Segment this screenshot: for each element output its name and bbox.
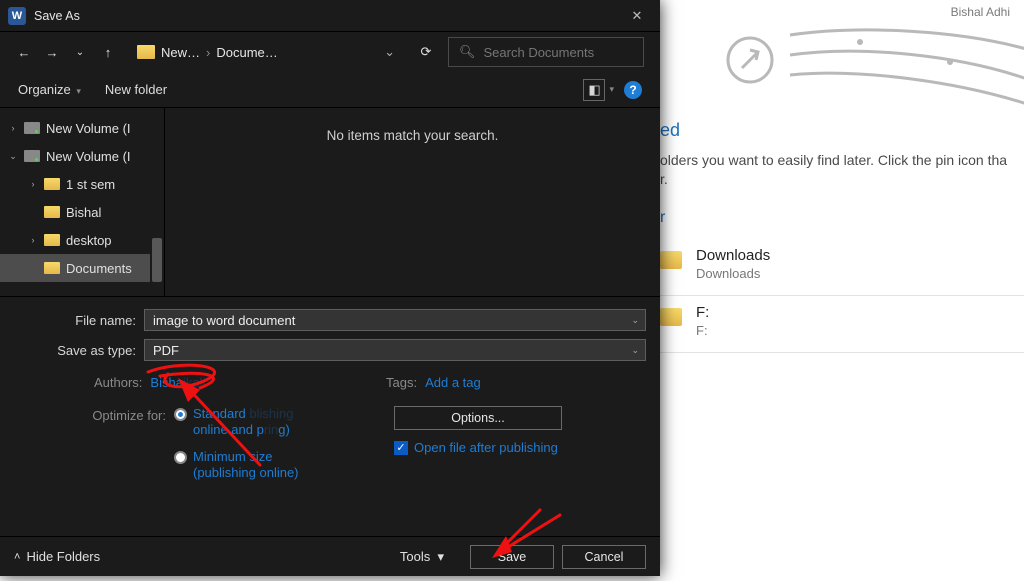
pinned-text: olders you want to easily find later. Cl… [660, 152, 1007, 168]
tree-item[interactable]: ⌄ New Volume (I [0, 142, 164, 170]
radio-icon [174, 451, 187, 464]
recent-name: Downloads [696, 247, 770, 264]
toolbar-row: Organize ▾ New folder ◧ ▾ ? [0, 72, 660, 108]
tree-item[interactable]: Documents [0, 254, 164, 282]
new-folder-button[interactable]: New folder [105, 82, 167, 97]
dialog-title: Save As [34, 9, 80, 23]
options-button[interactable]: Options... [394, 406, 562, 430]
chevron-up-icon: ˄ [14, 551, 20, 563]
cancel-button[interactable]: Cancel [562, 545, 646, 569]
tree-item[interactable]: Bishal [0, 198, 164, 226]
tree-item-label: desktop [66, 233, 112, 248]
word-backstage: ed olders you want to easily find later.… [660, 120, 1024, 353]
authors-label: Authors: [94, 375, 142, 390]
optimize-minimum-radio[interactable]: Minimum size(publishing online) [174, 449, 299, 482]
folder-icon [44, 262, 60, 274]
checkbox-icon: ✓ [394, 441, 408, 455]
saveastype-label: Save as type: [14, 343, 144, 358]
open-after-checkbox[interactable]: ✓ Open file after publishing [394, 440, 646, 455]
drive-icon [24, 150, 40, 162]
tree-item-label: 1 st sem [66, 177, 115, 192]
hide-folders-button[interactable]: ˄Hide Folders [14, 549, 100, 564]
chevron-down-icon[interactable]: ⌄ [384, 44, 395, 60]
search-input[interactable] [484, 45, 633, 60]
folder-tree[interactable]: › New Volume (I ⌄ New Volume (I › 1 st sem Bis… [0, 108, 165, 296]
tree-item-label: Documents [66, 261, 132, 276]
dialog-titlebar: W Save As ✕ [0, 0, 660, 32]
folder-icon [44, 178, 60, 190]
optimize-standard-radio[interactable]: Standard blishingonline and pring) [174, 406, 299, 439]
save-button[interactable]: Save [470, 545, 554, 569]
tree-item-label: Bishal [66, 205, 101, 220]
crumb-1[interactable]: New… [161, 45, 200, 60]
back-icon[interactable]: ← [16, 44, 32, 60]
scrollbar[interactable] [150, 108, 164, 296]
tree-item-label: New Volume (I [46, 149, 131, 164]
authors-value[interactable]: Bishaikali [150, 375, 205, 390]
folder-icon [660, 251, 682, 269]
chevron-down-icon[interactable]: ⌄ [631, 345, 639, 356]
up-icon[interactable]: ↑ [100, 44, 116, 60]
view-mode-button[interactable]: ◧ [583, 79, 605, 101]
close-icon[interactable]: ✕ [614, 0, 660, 32]
save-as-dialog: W Save As ✕ ← → ⌄ ↑ New… › Docume… ⌄ ⟳ 🔍… [0, 0, 660, 576]
tree-item[interactable]: › desktop [0, 226, 164, 254]
organize-button[interactable]: Organize ▾ [18, 82, 81, 97]
sub-heading: r [660, 209, 1024, 227]
help-icon[interactable]: ? [624, 81, 642, 99]
history-chevron-icon[interactable]: ⌄ [72, 44, 88, 60]
empty-message: No items match your search. [327, 128, 499, 143]
drive-icon [24, 122, 40, 134]
radio-icon [174, 408, 187, 421]
folder-icon [44, 206, 60, 218]
recent-row-f[interactable]: F: F: [660, 296, 1024, 353]
chevron-right-icon[interactable]: › [28, 235, 38, 245]
recent-row-downloads[interactable]: Downloads Downloads [660, 239, 1024, 296]
chevron-down-icon[interactable]: ⌄ [8, 151, 18, 162]
recent-name: F: [696, 304, 709, 321]
tools-dropdown[interactable]: Tools ▾ [400, 549, 444, 565]
folder-icon [660, 308, 682, 326]
tree-item[interactable]: › 1 st sem [0, 170, 164, 198]
folder-icon [44, 234, 60, 246]
recent-path: Downloads [696, 266, 770, 281]
dialog-footer: ˄Hide Folders Tools ▾ Save Cancel [0, 536, 660, 576]
word-user: Bishal Adhi [951, 5, 1010, 19]
refresh-icon[interactable]: ⟳ [416, 44, 436, 60]
filename-input[interactable]: image to word document⌄ [144, 309, 646, 331]
chevron-down-icon[interactable]: ⌄ [631, 315, 639, 326]
nav-row: ← → ⌄ ↑ New… › Docume… ⌄ ⟳ 🔍︎ [0, 32, 660, 72]
saveastype-input[interactable]: PDF⌄ [144, 339, 646, 361]
scrollbar-thumb[interactable] [152, 238, 162, 282]
folder-icon [137, 45, 155, 59]
chevron-right-icon: › [206, 45, 210, 60]
search-box[interactable]: 🔍︎ [448, 37, 644, 67]
tree-item-label: New Volume (I [46, 121, 131, 136]
tree-item[interactable]: › New Volume (I [0, 114, 164, 142]
form-area: File name: image to word document⌄ Save … [0, 296, 660, 503]
word-app-icon: W [8, 7, 26, 25]
filename-label: File name: [14, 313, 144, 328]
pinned-text-2: r. [660, 171, 668, 187]
tags-label: Tags: [386, 375, 417, 390]
address-bar[interactable]: New… › Docume… ⌄ [128, 37, 404, 67]
tags-input[interactable]: Add a tag [425, 375, 481, 390]
file-list-pane: No items match your search. [165, 108, 660, 296]
optimize-label: Optimize for: [14, 406, 174, 491]
crumb-2[interactable]: Docume… [216, 45, 277, 60]
pinned-heading: ed [660, 120, 1024, 141]
forward-icon[interactable]: → [44, 44, 60, 60]
chevron-down-icon[interactable]: ▾ [609, 84, 614, 95]
chevron-right-icon[interactable]: › [28, 179, 38, 189]
recent-path: F: [696, 323, 709, 338]
decorative-swirl [700, 20, 1024, 110]
search-icon: 🔍︎ [459, 44, 476, 60]
chevron-right-icon[interactable]: › [8, 123, 18, 133]
